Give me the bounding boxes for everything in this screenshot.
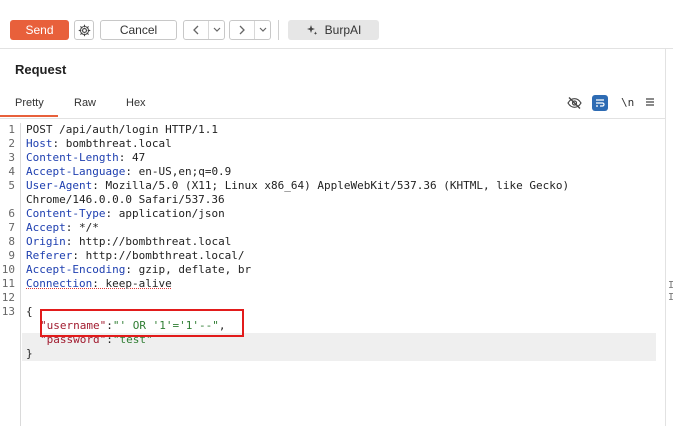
menu-icon[interactable] <box>645 97 655 107</box>
gutter-marker: I <box>668 292 673 303</box>
show-newlines-toggle[interactable]: \n <box>621 96 634 109</box>
header-name: Referer <box>26 249 73 262</box>
sparkle-icon <box>306 25 317 35</box>
header-name: Connection <box>26 277 93 290</box>
header-value: http://bombthreat.local <box>72 235 232 248</box>
forward-history-dropdown[interactable] <box>255 21 270 39</box>
cancel-button[interactable]: Cancel <box>100 20 177 40</box>
line-number: 1 <box>8 123 15 136</box>
active-tab-indicator <box>0 115 58 117</box>
header-value: Mozilla/5.0 (X11; Linux x86_64) AppleWeb… <box>98 179 570 192</box>
line-number: 10 <box>1 263 15 276</box>
header-value: */* <box>72 221 99 234</box>
json-key-password: "password" <box>40 333 107 346</box>
forward-button[interactable] <box>230 21 255 39</box>
burpai-label: BurpAI <box>324 23 362 37</box>
json-username-line: "username":"' OR '1'='1'--", <box>40 319 226 332</box>
header-value: application/json <box>112 207 225 220</box>
cursor-line-highlight <box>22 347 656 361</box>
chevron-right-icon <box>239 25 245 35</box>
eye-slash-icon[interactable] <box>567 96 582 110</box>
line-number: 8 <box>8 235 15 248</box>
tab-pretty[interactable]: Pretty <box>15 97 44 109</box>
wrap-lines-icon <box>596 99 605 107</box>
forward-nav-group <box>229 20 271 40</box>
back-nav-group <box>183 20 225 40</box>
burpai-button[interactable]: BurpAI <box>288 20 379 40</box>
view-tabs: Pretty Raw Hex <box>0 88 665 118</box>
line-number: 7 <box>8 221 15 234</box>
header-name: User-Agent <box>26 179 93 192</box>
json-key-username: "username" <box>40 319 107 332</box>
send-button[interactable]: Send <box>10 20 69 40</box>
right-gutter-markers: I I <box>668 280 673 304</box>
header-name: Accept-Encoding <box>26 263 126 276</box>
panel-title: Request <box>15 62 67 77</box>
chevron-down-icon <box>213 27 220 32</box>
json-password-line: "password":"test" <box>40 333 153 346</box>
line-number: 4 <box>8 165 15 178</box>
line-number: 13 <box>1 305 15 318</box>
request-editor[interactable]: 1 POST /api/auth/login HTTP/1.1 2 Host: bo… <box>0 123 665 361</box>
header-name: Content-Type <box>26 207 106 220</box>
tabs-divider <box>0 118 665 119</box>
back-history-dropdown[interactable] <box>209 21 224 39</box>
json-open-brace: { <box>26 305 33 318</box>
line-number: 11 <box>1 277 15 290</box>
tab-hex[interactable]: Hex <box>126 97 146 109</box>
request-line: POST /api/auth/login HTTP/1.1 <box>26 123 219 136</box>
chevron-down-icon <box>259 27 266 32</box>
line-number: 9 <box>8 249 15 262</box>
header-name: Origin <box>26 235 66 248</box>
wrap-lines-toggle[interactable] <box>592 95 608 111</box>
header-name: Accept-Language <box>26 165 126 178</box>
header-value-continuation: Chrome/146.0.0.0 Safari/537.36 <box>26 193 225 206</box>
json-value-username: "' OR '1'='1'--" <box>112 319 219 332</box>
line-number: 6 <box>8 207 15 220</box>
line-number: 12 <box>1 291 15 304</box>
json-value-password: "test" <box>112 333 153 346</box>
header-value: bombthreat.local <box>59 137 172 150</box>
header-name: Accept <box>26 221 66 234</box>
panel-splitter[interactable] <box>665 48 666 426</box>
settings-button[interactable] <box>74 20 94 40</box>
header-name: Host <box>26 137 53 150</box>
header-value: gzip, deflate, br <box>131 263 252 276</box>
back-button[interactable] <box>184 21 209 39</box>
header-value: 47 <box>125 151 146 164</box>
toolbar-divider <box>278 20 279 40</box>
line-number: 3 <box>8 151 15 164</box>
line-number: 5 <box>8 179 15 192</box>
gutter-marker: I <box>668 280 673 291</box>
header-value: keep-alive <box>98 277 172 290</box>
header-name: Content-Length <box>26 151 119 164</box>
header-value: http://bombthreat.local/ <box>78 249 245 262</box>
chevron-left-icon <box>193 25 199 35</box>
header-value: en-US,en;q=0.9 <box>131 165 232 178</box>
json-close-brace: } <box>26 347 33 360</box>
top-toolbar: Send Cancel BurpAI <box>0 0 673 49</box>
tab-raw[interactable]: Raw <box>74 97 96 109</box>
line-number: 2 <box>8 137 15 150</box>
gear-icon <box>78 24 90 36</box>
